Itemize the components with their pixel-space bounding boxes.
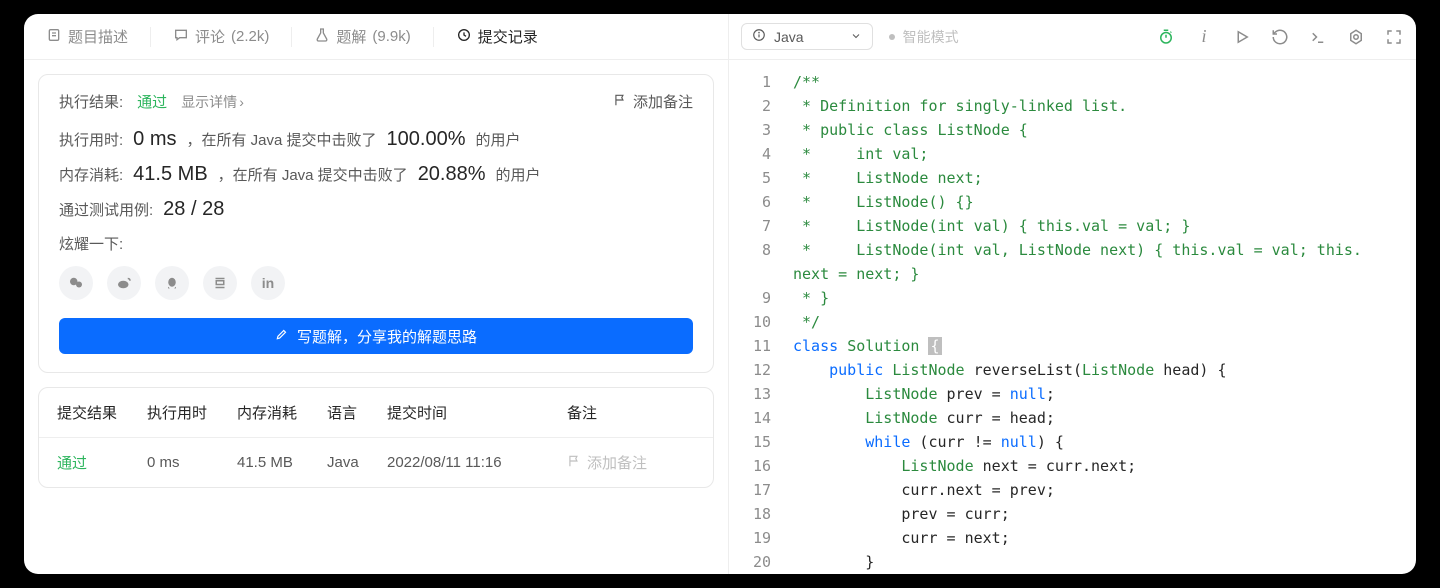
table-header-row: 提交结果 执行用时 内存消耗 语言 提交时间 备注 bbox=[39, 388, 713, 438]
runtime-value: 0 ms bbox=[133, 128, 176, 151]
tab-count: (2.2k) bbox=[231, 28, 269, 45]
testcases-line: 通过测试用例: 28 / 28 bbox=[59, 198, 693, 221]
result-header-left: 执行结果: 通过 显示详情 › bbox=[59, 91, 244, 112]
write-solution-button[interactable]: 写题解，分享我的解题思路 bbox=[59, 318, 693, 354]
smart-mode-indicator[interactable]: 智能模式 bbox=[889, 27, 959, 47]
douban-icon[interactable] bbox=[203, 266, 237, 300]
memory-pct: 20.88% bbox=[418, 163, 486, 186]
timer-icon[interactable] bbox=[1156, 27, 1176, 47]
td-result: 通过 bbox=[57, 452, 147, 473]
tab-count: (9.9k) bbox=[372, 28, 410, 45]
runtime-pct: 100.00% bbox=[387, 128, 466, 151]
info-icon[interactable]: i bbox=[1194, 27, 1214, 47]
right-pane: Java 智能模式 i 1234567891011121314 bbox=[729, 14, 1416, 574]
info-icon bbox=[752, 28, 766, 45]
memory-line: 内存消耗: 41.5 MB ，在所有 Java 提交中击败了 20.88% 的用… bbox=[59, 163, 693, 186]
left-pane: 题目描述 评论 (2.2k) 题解 (9.9k) bbox=[24, 14, 729, 574]
tab-bar: 题目描述 评论 (2.2k) 题解 (9.9k) bbox=[24, 14, 728, 60]
wechat-icon[interactable] bbox=[59, 266, 93, 300]
th-result: 提交结果 bbox=[57, 402, 147, 423]
memory-mid: ，在所有 Java 提交中击败了 bbox=[218, 164, 408, 185]
comment-icon bbox=[173, 27, 189, 47]
left-content: 执行结果: 通过 显示详情 › 添加备注 bbox=[24, 60, 728, 488]
add-note-label: 添加备注 bbox=[633, 91, 693, 112]
line-number-gutter: 1234567891011121314151617181920 bbox=[729, 60, 785, 574]
th-note: 备注 bbox=[567, 402, 695, 423]
dot-icon bbox=[889, 34, 895, 40]
table-row[interactable]: 通过 0 ms 41.5 MB Java 2022/08/11 11:16 添加… bbox=[39, 438, 713, 487]
status-badge: 通过 bbox=[137, 91, 167, 112]
add-note-button[interactable]: 添加备注 bbox=[613, 91, 693, 112]
language-selector[interactable]: Java bbox=[741, 23, 873, 50]
tab-label: 题解 bbox=[336, 26, 366, 47]
code-area[interactable]: /** * Definition for singly-linked list.… bbox=[785, 60, 1416, 574]
exec-result-label: 执行结果: bbox=[59, 91, 123, 112]
tab-comments[interactable]: 评论 (2.2k) bbox=[151, 14, 291, 59]
runtime-line: 执行用时: 0 ms ，在所有 Java 提交中击败了 100.00% 的用户 bbox=[59, 128, 693, 151]
th-runtime: 执行用时 bbox=[147, 402, 237, 423]
td-runtime: 0 ms bbox=[147, 454, 237, 471]
show-details-link[interactable]: 显示详情 › bbox=[181, 92, 244, 112]
document-icon bbox=[46, 27, 62, 47]
weibo-icon[interactable] bbox=[107, 266, 141, 300]
smart-mode-label: 智能模式 bbox=[903, 27, 959, 47]
editor-toolbar: Java 智能模式 i bbox=[729, 14, 1416, 60]
share-icons-row: in bbox=[59, 266, 693, 300]
toolbar-actions: i bbox=[1156, 27, 1404, 47]
th-memory: 内存消耗 bbox=[237, 402, 327, 423]
memory-suffix: 的用户 bbox=[496, 164, 541, 185]
tab-label: 提交记录 bbox=[478, 26, 538, 47]
td-note[interactable]: 添加备注 bbox=[567, 452, 695, 473]
qq-icon[interactable] bbox=[155, 266, 189, 300]
submissions-table: 提交结果 执行用时 内存消耗 语言 提交时间 备注 通过 0 ms 41.5 M… bbox=[38, 387, 714, 488]
terminal-icon[interactable] bbox=[1308, 27, 1328, 47]
result-card: 执行结果: 通过 显示详情 › 添加备注 bbox=[38, 74, 714, 373]
memory-value: 41.5 MB bbox=[133, 163, 207, 186]
runtime-label: 执行用时: bbox=[59, 129, 123, 150]
app-window: 题目描述 评论 (2.2k) 题解 (9.9k) bbox=[24, 14, 1416, 574]
td-note-text: 添加备注 bbox=[587, 452, 647, 473]
chevron-down-icon bbox=[850, 29, 862, 45]
chevron-right-icon: › bbox=[239, 94, 244, 110]
settings-icon[interactable] bbox=[1346, 27, 1366, 47]
run-icon[interactable] bbox=[1232, 27, 1252, 47]
td-memory: 41.5 MB bbox=[237, 454, 327, 471]
flag-icon bbox=[613, 93, 627, 111]
show-details-text: 显示详情 bbox=[181, 92, 237, 112]
th-time: 提交时间 bbox=[387, 402, 567, 423]
testcases-value: 28 / 28 bbox=[163, 198, 224, 221]
memory-label: 内存消耗: bbox=[59, 164, 123, 185]
write-solution-label: 写题解，分享我的解题思路 bbox=[297, 326, 477, 347]
linkedin-icon[interactable]: in bbox=[251, 266, 285, 300]
reset-icon[interactable] bbox=[1270, 27, 1290, 47]
tab-label: 题目描述 bbox=[68, 26, 128, 47]
share-label: 炫耀一下: bbox=[59, 233, 693, 254]
td-time: 2022/08/11 11:16 bbox=[387, 454, 567, 471]
fullscreen-icon[interactable] bbox=[1384, 27, 1404, 47]
code-editor[interactable]: 1234567891011121314151617181920 /** * De… bbox=[729, 60, 1416, 574]
flask-icon bbox=[314, 27, 330, 47]
flag-icon bbox=[567, 454, 581, 472]
language-label: Java bbox=[774, 29, 804, 45]
tab-description[interactable]: 题目描述 bbox=[24, 14, 150, 59]
pencil-icon bbox=[275, 327, 289, 345]
td-language: Java bbox=[327, 454, 387, 471]
tab-solutions[interactable]: 题解 (9.9k) bbox=[292, 14, 432, 59]
th-language: 语言 bbox=[327, 402, 387, 423]
clock-icon bbox=[456, 27, 472, 47]
tab-submissions[interactable]: 提交记录 bbox=[434, 14, 560, 59]
runtime-suffix: 的用户 bbox=[476, 129, 521, 150]
tab-label: 评论 bbox=[195, 26, 225, 47]
testcases-label: 通过测试用例: bbox=[59, 199, 153, 220]
runtime-mid: ，在所有 Java 提交中击败了 bbox=[187, 129, 377, 150]
result-header-row: 执行结果: 通过 显示详情 › 添加备注 bbox=[59, 91, 693, 112]
